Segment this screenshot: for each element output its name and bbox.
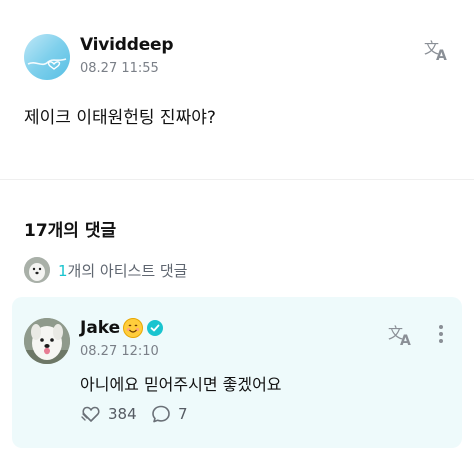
smile-emoji-icon — [123, 318, 144, 338]
artist-comment-label: 개의 아티스트 댓글 — [67, 261, 188, 280]
speech-bubble-icon — [152, 405, 170, 423]
reply-button[interactable]: 7 — [150, 402, 188, 426]
post-author-avatar[interactable] — [24, 34, 70, 80]
artist-comment-count: 1 — [58, 261, 68, 280]
translate-icon[interactable]: 文 A — [424, 38, 450, 64]
like-button[interactable]: 384 — [80, 402, 137, 426]
comment-author-name[interactable]: Jake — [80, 318, 120, 338]
svg-text:A: A — [436, 48, 447, 62]
comments-count-heading: 17개의 댓글 — [24, 221, 117, 241]
reply-count: 7 — [178, 405, 188, 423]
like-count: 384 — [108, 405, 137, 423]
heart-logo-icon — [27, 58, 67, 70]
comment-body-text: 아니에요 믿어주시면 좋겠어요 — [80, 375, 282, 394]
post-body-text: 제이크 이태원헌팅 진짜야? — [24, 108, 216, 128]
comment-author-avatar[interactable] — [24, 318, 70, 364]
more-options-icon[interactable] — [434, 323, 448, 345]
section-divider — [0, 179, 474, 180]
post-author-name[interactable]: Vividdeep — [80, 35, 174, 55]
comment-translate-icon[interactable]: 文 A — [388, 323, 414, 349]
comment-author[interactable]: Jake — [80, 318, 164, 338]
heart-reaction-icon — [81, 406, 100, 422]
comment-timestamp: 08.27 12:10 — [80, 344, 159, 359]
post-timestamp: 08.27 11:55 — [80, 61, 159, 76]
verified-badge-icon — [147, 320, 164, 336]
artist-mini-avatar — [24, 257, 50, 283]
svg-text:A: A — [400, 333, 411, 347]
artist-comments-filter[interactable]: 1개의 아티스트 댓글 — [24, 256, 187, 284]
